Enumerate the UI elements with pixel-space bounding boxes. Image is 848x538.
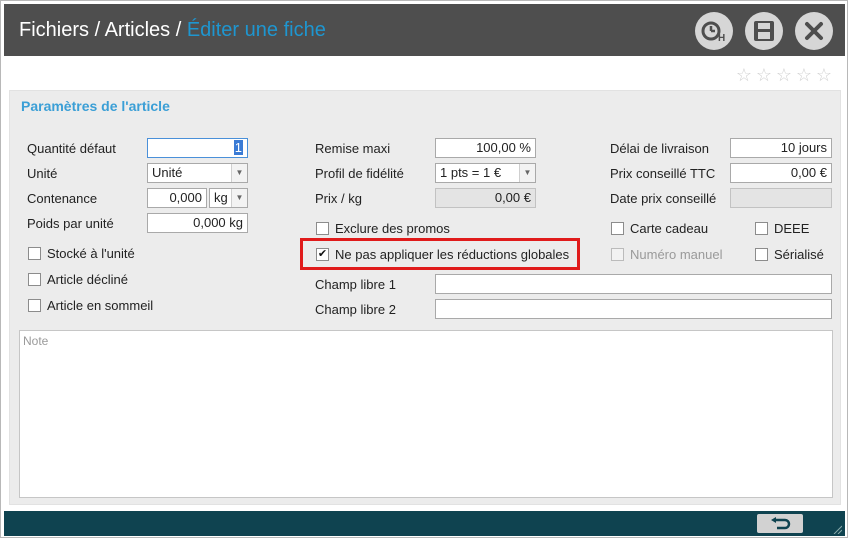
sommeil-label: Article en sommeil	[47, 298, 154, 313]
serialise-label: Sérialisé	[774, 247, 824, 262]
rating-stars[interactable]: ☆ ☆ ☆ ☆ ☆	[735, 66, 833, 84]
contenance-unit-select[interactable]: kg ▼	[209, 188, 248, 208]
star-icon[interactable]: ☆	[815, 66, 833, 84]
return-arrow-icon	[771, 516, 791, 529]
star-icon[interactable]: ☆	[775, 66, 793, 84]
prixkg-value: 0,00 €	[494, 190, 531, 205]
history-button[interactable]: H	[695, 12, 733, 50]
breadcrumb-separator: /	[89, 19, 105, 41]
unite-select[interactable]: Unité ▼	[147, 163, 248, 183]
stocke-checkbox-row[interactable]: Stocké à l'unité	[28, 246, 135, 261]
deee-checkbox-row[interactable]: DEEE	[755, 221, 809, 236]
profil-select[interactable]: 1 pts = 1 € ▼	[435, 163, 536, 183]
exclure-label: Exclure des promos	[335, 221, 450, 236]
breadcrumb-separator: /	[170, 19, 187, 41]
prixttc-input[interactable]: 0,00 €	[730, 163, 832, 183]
history-icon-letter: H	[718, 33, 725, 44]
unite-label: Unité	[27, 166, 58, 181]
exclure-checkbox[interactable]	[316, 222, 329, 235]
serialise-checkbox-row[interactable]: Sérialisé	[755, 247, 824, 262]
quantite-label: Quantité défaut	[27, 141, 116, 156]
remise-label: Remise maxi	[315, 141, 391, 156]
close-icon	[805, 22, 823, 40]
save-button[interactable]	[745, 12, 783, 50]
dateprix-label: Date prix conseillé	[610, 191, 717, 206]
note-placeholder: Note	[23, 334, 49, 348]
exclure-checkbox-row[interactable]: Exclure des promos	[316, 221, 450, 236]
delai-value: 10 jours	[780, 140, 827, 155]
numero-checkbox	[611, 248, 624, 261]
remise-value: 100,00 %	[476, 140, 531, 155]
breadcrumb-current: Éditer une fiche	[186, 19, 326, 41]
history-icon: H	[701, 21, 725, 44]
check-icon: ✔	[317, 248, 328, 260]
contenance-value: 0,000	[169, 190, 202, 205]
prixttc-label: Prix conseillé TTC	[610, 166, 716, 181]
sommeil-checkbox-row[interactable]: Article en sommeil	[28, 298, 153, 313]
remise-input[interactable]: 100,00 %	[435, 138, 536, 158]
cadeau-label: Carte cadeau	[630, 221, 709, 236]
star-icon[interactable]: ☆	[735, 66, 753, 84]
breadcrumb-articles[interactable]: Articles	[105, 19, 171, 41]
prixttc-value: 0,00 €	[790, 165, 827, 180]
nepas-label: Ne pas appliquer les réductions globales	[335, 247, 570, 262]
decline-checkbox[interactable]	[28, 273, 41, 286]
champ2-input[interactable]	[435, 299, 832, 319]
cadeau-checkbox-row[interactable]: Carte cadeau	[611, 221, 708, 236]
deee-label: DEEE	[774, 221, 810, 236]
star-icon[interactable]: ☆	[755, 66, 773, 84]
breadcrumb-fichiers[interactable]: Fichiers	[19, 19, 89, 41]
decline-checkbox-row[interactable]: Article décliné	[28, 272, 128, 287]
quantite-input[interactable]: 1	[147, 138, 248, 158]
article-parameters-panel: Paramètres de l'article Quantité défaut …	[9, 90, 841, 505]
section-title: Paramètres de l'article	[21, 98, 170, 114]
delai-label: Délai de livraison	[610, 141, 709, 156]
quantite-value: 1	[233, 140, 243, 155]
contenance-input[interactable]: 0,000	[147, 188, 207, 208]
serialise-checkbox[interactable]	[755, 248, 768, 261]
chevron-down-icon: ▼	[519, 164, 535, 182]
champ2-label: Champ libre 2	[315, 302, 396, 317]
champ1-input[interactable]	[435, 274, 832, 294]
cadeau-checkbox[interactable]	[611, 222, 624, 235]
note-textarea[interactable]: Note	[19, 330, 833, 498]
prixkg-field: 0,00 €	[435, 188, 536, 208]
back-button[interactable]	[757, 514, 803, 533]
stocke-checkbox[interactable]	[28, 247, 41, 260]
nepas-checkbox[interactable]: ✔	[316, 248, 329, 261]
profil-label: Profil de fidélité	[315, 166, 404, 181]
save-icon	[754, 21, 774, 41]
delai-input[interactable]: 10 jours	[730, 138, 832, 158]
poids-label: Poids par unité	[27, 216, 114, 231]
dateprix-field	[730, 188, 832, 208]
numero-checkbox-row: Numéro manuel	[611, 247, 723, 262]
decline-label: Article décliné	[47, 272, 128, 287]
prixkg-label: Prix / kg	[315, 191, 362, 206]
deee-checkbox[interactable]	[755, 222, 768, 235]
title-bar: Fichiers / Articles / Éditer une fiche H	[4, 4, 845, 56]
profil-value: 1 pts = 1 €	[440, 165, 502, 180]
sommeil-checkbox[interactable]	[28, 299, 41, 312]
contenance-unit-value: kg	[214, 190, 228, 205]
numero-label: Numéro manuel	[630, 247, 723, 262]
footer-bar	[4, 511, 845, 536]
contenance-label: Contenance	[27, 191, 98, 206]
champ1-label: Champ libre 1	[315, 277, 396, 292]
close-button[interactable]	[795, 12, 833, 50]
unite-value: Unité	[152, 165, 183, 180]
chevron-down-icon: ▼	[231, 189, 247, 207]
breadcrumb: Fichiers / Articles / Éditer une fiche	[19, 19, 326, 42]
resize-grip-icon[interactable]	[832, 524, 842, 534]
star-icon[interactable]: ☆	[795, 66, 813, 84]
stocke-label: Stocké à l'unité	[47, 246, 135, 261]
poids-input[interactable]: 0,000 kg	[147, 213, 248, 233]
nepas-checkbox-row[interactable]: ✔ Ne pas appliquer les réductions global…	[316, 247, 569, 262]
edit-article-window: Fichiers / Articles / Éditer une fiche H	[0, 0, 848, 538]
chevron-down-icon: ▼	[231, 164, 247, 182]
poids-value: 0,000 kg	[193, 215, 243, 230]
